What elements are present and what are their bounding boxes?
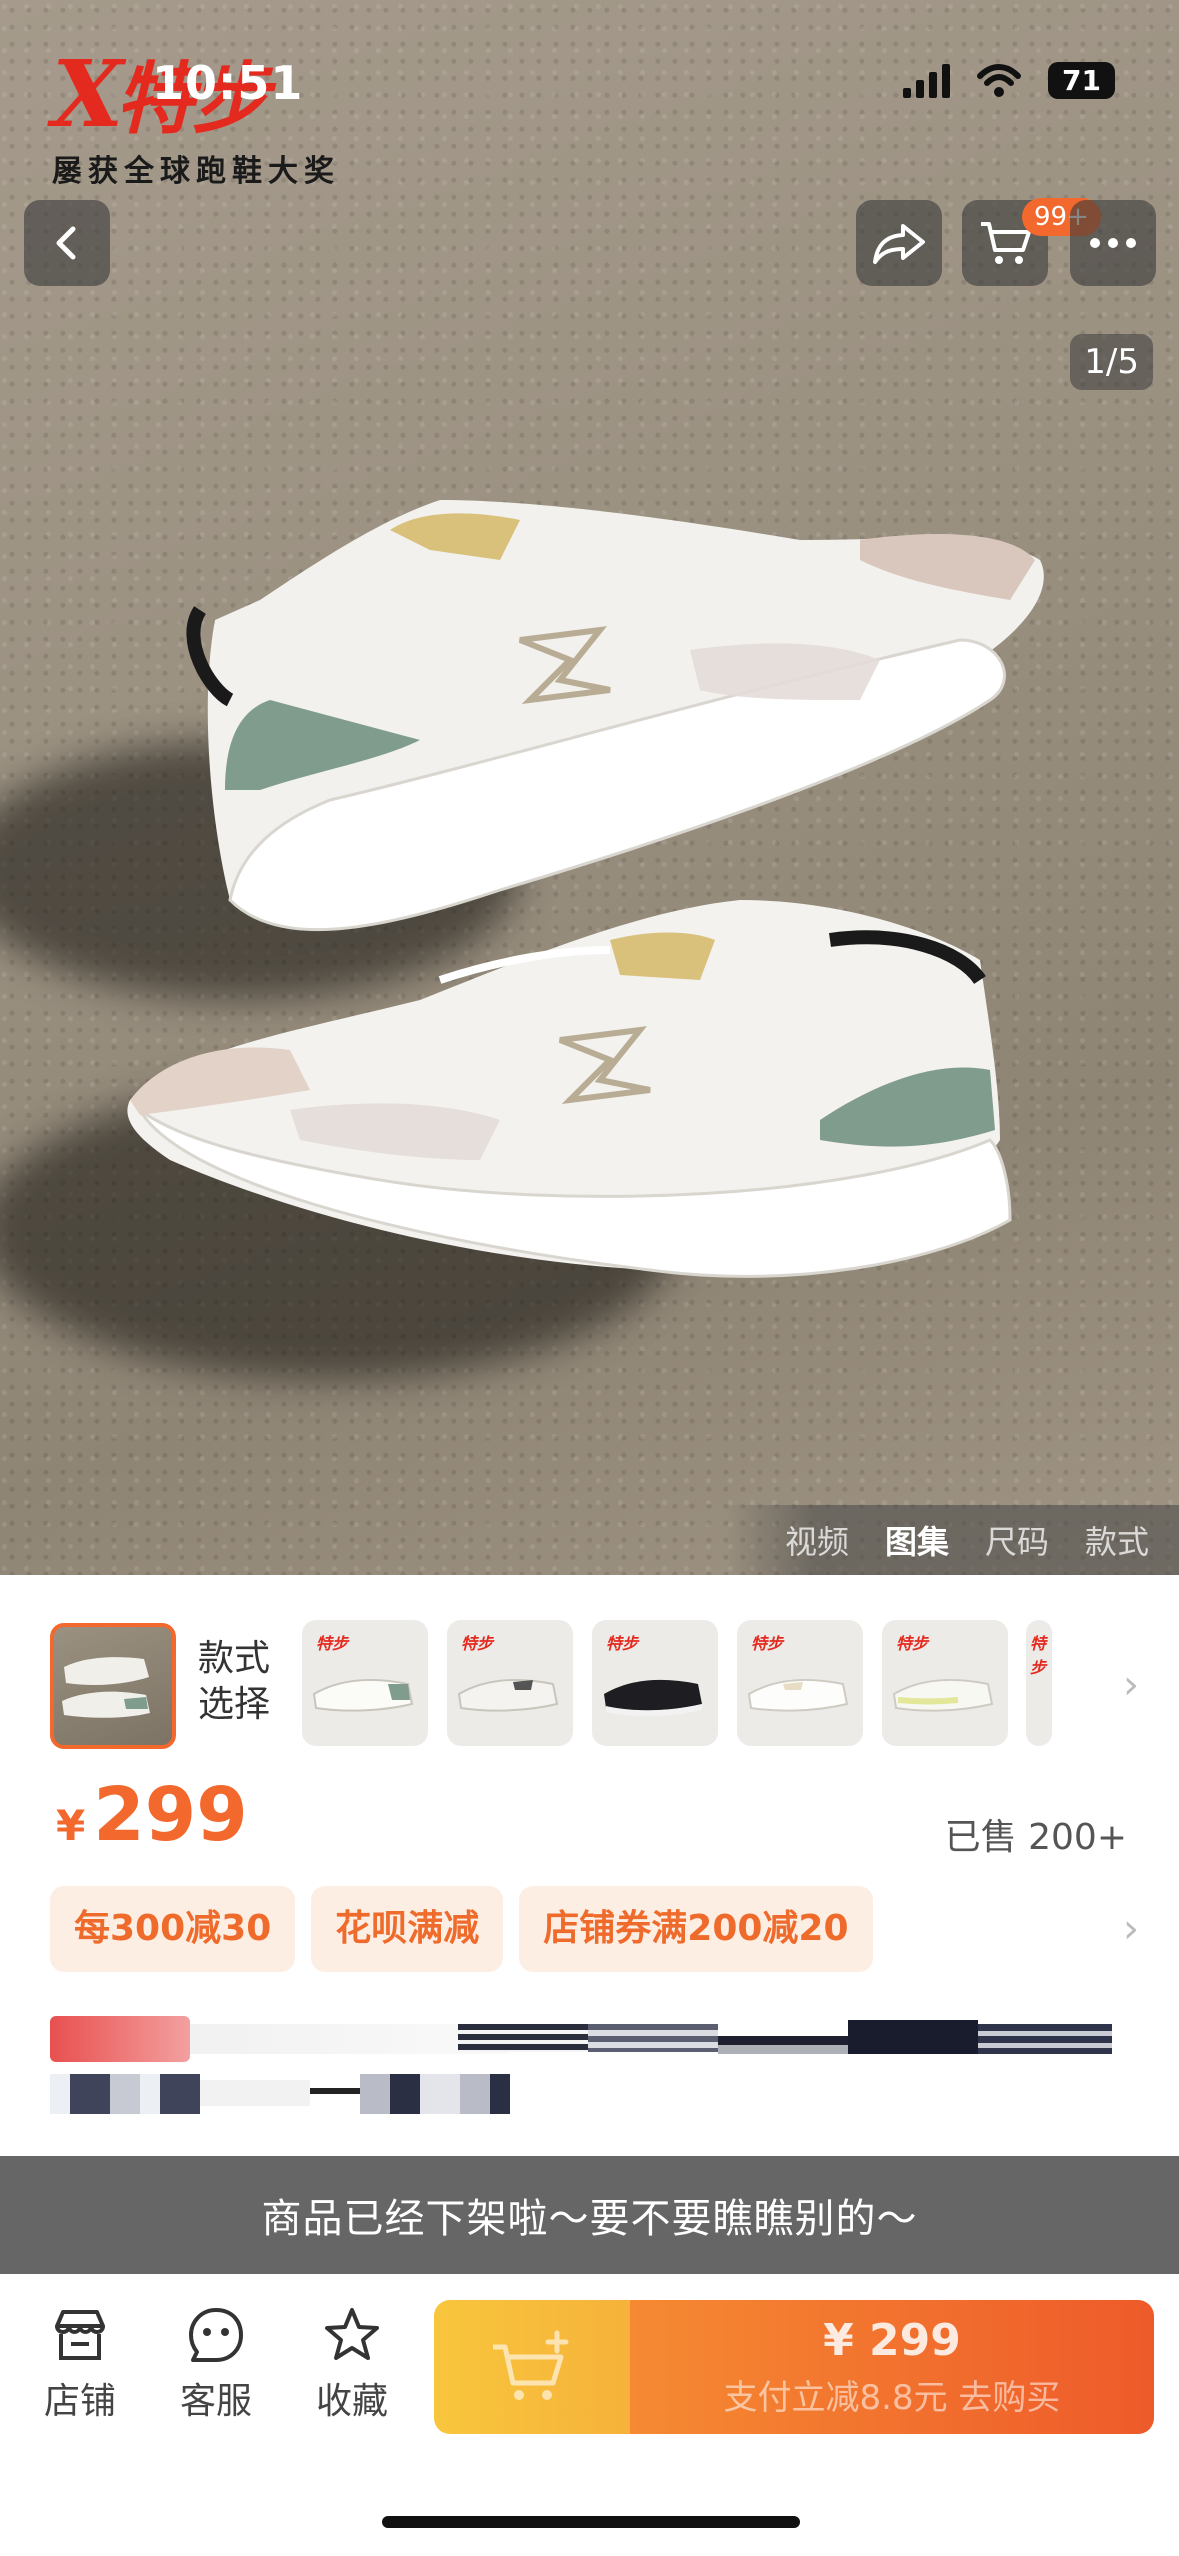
- variant-selector: 款式选择 特步 特步 特步 特步 特步 特步 ›: [0, 1620, 1179, 1750]
- promo-tag[interactable]: 每300减30: [50, 1886, 296, 1972]
- bottom-action-bar: 店铺 客服 收藏 ¥ 299 支付立减8.8元 去购买: [0, 2274, 1179, 2556]
- more-dots-icon: [1090, 238, 1136, 248]
- buy-price: ¥ 299: [823, 2315, 961, 2366]
- variant-label: 款式选择: [198, 1638, 271, 1725]
- redacted-product-title: [50, 2016, 1130, 2136]
- image-page-indicator: 1/5: [1070, 334, 1153, 390]
- tab-style[interactable]: 款式: [1085, 1517, 1149, 1563]
- star-icon: [325, 2308, 379, 2360]
- variant-thumb[interactable]: 特步: [592, 1620, 718, 1746]
- cellular-signal-icon: [903, 63, 951, 98]
- buy-now-button[interactable]: ¥ 299 支付立减8.8元 去购买: [630, 2300, 1154, 2434]
- customer-service-button[interactable]: 客服: [166, 2304, 266, 2424]
- share-icon: [873, 224, 925, 264]
- variant-thumb[interactable]: 特步: [447, 1620, 573, 1746]
- buy-subtext: 支付立减8.8元 去购买: [723, 2378, 1061, 2418]
- buy-button-group: ¥ 299 支付立减8.8元 去购买: [434, 2300, 1154, 2434]
- lower-shoe: [127, 900, 1012, 1278]
- variant-thumb[interactable]: 特步: [737, 1620, 863, 1746]
- price-value: 299: [93, 1772, 248, 1858]
- more-button[interactable]: [1070, 200, 1156, 286]
- chat-face-icon: [189, 2308, 243, 2362]
- product-image-gallery[interactable]: X特步 屡获全球跑鞋大奖 10:51 71 99+ 1/5 视频 图集 尺码 款…: [0, 0, 1179, 1575]
- wifi-icon: [977, 63, 1022, 97]
- chevron-left-icon: [56, 226, 76, 260]
- cart-button[interactable]: 99+: [962, 198, 1101, 286]
- share-button[interactable]: [856, 200, 942, 286]
- promo-tag[interactable]: 花呗满减: [311, 1886, 504, 1972]
- promotion-tags: 每300减30 花呗满减 店铺券满200减20: [50, 1886, 873, 1972]
- variant-thumb-current[interactable]: [50, 1623, 176, 1749]
- customer-service-label: 客服: [179, 2381, 252, 2422]
- tab-size[interactable]: 尺码: [985, 1517, 1049, 1563]
- sold-count: 已售 200+: [944, 1817, 1127, 1858]
- brand-mini-logo: 特步: [751, 1634, 784, 1653]
- status-time: 10:51: [152, 56, 304, 110]
- store-icon: [55, 2310, 105, 2360]
- brand-tagline: 屡获全球跑鞋大奖: [52, 154, 340, 189]
- status-icons: 71: [903, 62, 1115, 99]
- shoe-thumbnail: [747, 1678, 849, 1712]
- brand-mini-logo: 特步: [316, 1634, 349, 1653]
- shoe-thumbnail: [62, 1657, 150, 1718]
- back-button[interactable]: [24, 200, 110, 286]
- add-to-cart-button[interactable]: [434, 2300, 630, 2434]
- tab-video[interactable]: 视频: [785, 1517, 849, 1563]
- add-cart-icon: [493, 2330, 569, 2400]
- favorite-button[interactable]: 收藏: [302, 2304, 402, 2424]
- brand-mini-logo: 特步: [461, 1634, 494, 1653]
- battery-icon: 71: [1048, 62, 1115, 99]
- product-price: ¥ 299: [56, 1772, 248, 1858]
- brand-mini-logo: 特步: [896, 1634, 929, 1653]
- shoe-thumbnail: [604, 1679, 702, 1717]
- upper-shoe: [186, 500, 1044, 932]
- currency-symbol: ¥: [56, 1801, 86, 1850]
- shoe-thumbnail: [312, 1678, 414, 1712]
- favorite-label: 收藏: [315, 2381, 388, 2422]
- variant-thumb[interactable]: 特步: [882, 1620, 1008, 1746]
- chevron-right-icon[interactable]: ›: [1123, 1662, 1139, 1708]
- chevron-right-icon[interactable]: ›: [1123, 1906, 1139, 1952]
- promo-tag[interactable]: 店铺券满200减20: [519, 1886, 873, 1972]
- brand-mini-logo: 特步: [1030, 1634, 1047, 1677]
- store-button[interactable]: 店铺: [30, 2304, 130, 2424]
- brand-mini-logo: 特步: [606, 1634, 639, 1653]
- home-indicator: [382, 2516, 800, 2528]
- variant-thumb-partial[interactable]: 特步: [1026, 1620, 1052, 1746]
- store-label: 店铺: [43, 2381, 116, 2422]
- shoe-thumbnail: [892, 1678, 994, 1712]
- media-tabs: 视频 图集 尺码 款式: [724, 1505, 1179, 1575]
- variant-thumb[interactable]: 特步: [302, 1620, 428, 1746]
- shoe-thumbnail: [457, 1678, 559, 1712]
- product-offline-notice: 商品已经下架啦～要不要瞧瞧别的～: [0, 2156, 1179, 2274]
- tab-gallery[interactable]: 图集: [885, 1517, 949, 1563]
